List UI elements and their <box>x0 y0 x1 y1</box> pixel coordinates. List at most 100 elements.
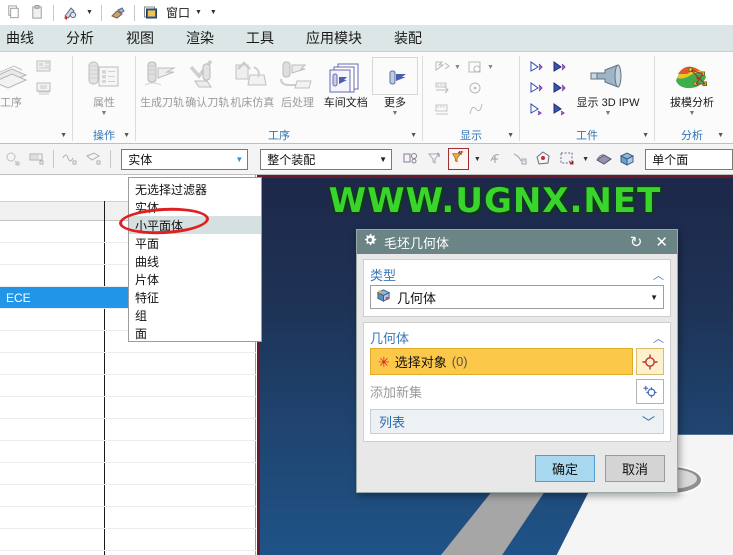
ribbon-group-operations-expand[interactable]: ▼ <box>410 132 417 139</box>
select-curve-rule-icon[interactable] <box>60 148 81 170</box>
cancel-button[interactable]: 取消 <box>605 454 665 482</box>
selection-rect-caret[interactable]: ▼ <box>580 156 591 163</box>
display-toolpath-caret[interactable]: ▼ <box>454 64 461 71</box>
selection-rect-icon[interactable] <box>557 148 578 170</box>
table-row[interactable] <box>0 397 256 419</box>
workpiece-6-button[interactable] <box>549 99 571 119</box>
chevron-down-icon[interactable]: ﹀ <box>642 412 655 431</box>
table-row[interactable] <box>0 485 256 507</box>
workpiece-3-button[interactable] <box>526 99 548 119</box>
table-row[interactable] <box>0 507 256 529</box>
select-face-rule-icon[interactable] <box>84 148 105 170</box>
copy-icon[interactable] <box>2 2 24 23</box>
ok-button[interactable]: 确定 <box>535 454 595 482</box>
verify-toolpath-button[interactable]: 确认刀轨 <box>185 55 229 109</box>
ribbon-group-analysis-expand[interactable]: ▼ <box>717 132 724 139</box>
shaded-render-icon[interactable] <box>594 148 615 170</box>
table-row[interactable] <box>0 441 256 463</box>
display-region-caret[interactable]: ▼ <box>487 64 494 71</box>
ribbon-group-workpiece-expand[interactable]: ▼ <box>642 132 649 139</box>
table-row[interactable] <box>0 529 256 551</box>
type-combo[interactable]: 几何体 ▼ <box>370 285 664 309</box>
display-cut-area-button[interactable] <box>431 78 463 98</box>
post-process-button[interactable]: 后处理 <box>275 55 319 109</box>
chevron-down-icon[interactable]: ▼ <box>235 155 243 164</box>
display-toolpath-button[interactable]: ▼ <box>431 57 463 77</box>
dropdown-item-facet-body[interactable]: 小平面体 <box>129 216 261 234</box>
workpiece-4-button[interactable] <box>549 57 571 77</box>
show-3d-ipw-button[interactable]: 显示 3D IPW ▼ <box>572 55 644 118</box>
add-set-icon[interactable] <box>636 379 664 404</box>
snap-assembly-icon[interactable] <box>401 148 422 170</box>
menu-item-curve[interactable]: 曲线 <box>0 25 50 51</box>
menu-item-applications[interactable]: 应用模块 <box>290 25 378 51</box>
dropdown-item-solid[interactable]: 实体 <box>129 198 261 216</box>
generate-toolpath-button[interactable]: 生成刀轨 <box>140 55 184 109</box>
draft-analysis-caret[interactable]: ▼ <box>689 110 696 118</box>
reset-icon[interactable]: ↻ <box>627 235 646 250</box>
face-rule-combo[interactable]: 单个面 <box>645 148 733 170</box>
properties-button[interactable]: 属性 ▼ <box>77 55 131 118</box>
dropdown-item-sheet-body[interactable]: 片体 <box>129 270 261 288</box>
select-measure-icon[interactable] <box>27 148 48 170</box>
type-section-header[interactable]: 类型 ︿ <box>370 264 664 285</box>
menu-item-assembly[interactable]: 装配 <box>378 25 438 51</box>
dropdown-item-group[interactable]: 组 <box>129 306 261 324</box>
format-painter-icon[interactable] <box>59 2 81 23</box>
display-curve-button[interactable] <box>464 99 496 119</box>
dropdown-item-curve[interactable]: 曲线 <box>129 252 261 270</box>
more-operations-button[interactable]: 更多 ▼ <box>372 55 418 118</box>
display-region-button[interactable]: ▼ <box>464 57 496 77</box>
window-menu-label[interactable]: 窗口 <box>164 4 190 21</box>
close-icon[interactable]: ✕ <box>652 235 671 250</box>
snap-point-dropdown-caret[interactable]: ▼ <box>472 156 483 163</box>
menu-item-analysis[interactable]: 分析 <box>50 25 110 51</box>
list-expander[interactable]: 列表 ﹀ <box>370 409 664 434</box>
chevron-up-icon[interactable]: ︿ <box>653 330 664 346</box>
dropdown-item-face[interactable]: 面 <box>129 324 261 342</box>
chevron-down-icon[interactable]: ▼ <box>650 293 658 302</box>
properties-dropdown-caret[interactable]: ▼ <box>101 110 108 118</box>
table-row[interactable] <box>0 353 256 375</box>
geometry-section-header[interactable]: 几何体 ︿ <box>370 327 664 348</box>
solid-body-icon[interactable] <box>618 148 639 170</box>
workpiece-1-button[interactable] <box>526 57 548 77</box>
eraser-icon[interactable] <box>107 2 129 23</box>
display-trim-button[interactable] <box>431 99 463 119</box>
paste-icon[interactable] <box>26 2 48 23</box>
select-target-icon[interactable] <box>636 348 664 375</box>
table-row[interactable] <box>0 375 256 397</box>
dropdown-item-feature[interactable]: 特征 <box>129 288 261 306</box>
qat-overflow-caret[interactable]: ▼ <box>207 9 220 16</box>
machine-tool-view-button[interactable] <box>33 78 55 98</box>
table-row[interactable] <box>0 463 256 485</box>
window-icon[interactable] <box>140 2 162 23</box>
create-operation-button[interactable]: 工序 <box>0 55 32 109</box>
chevron-down-icon[interactable]: ▼ <box>379 155 387 164</box>
display-point-button[interactable] <box>464 78 496 98</box>
workpiece-5-button[interactable] <box>549 78 571 98</box>
selection-filter-dropdown-list[interactable]: 无选择过滤器 实体 小平面体 平面 曲线 片体 特征 组 面 <box>128 177 262 342</box>
selection-filter-combo[interactable]: 实体 ▼ <box>121 148 249 170</box>
window-dropdown-caret[interactable]: ▼ <box>192 9 205 16</box>
snap-intersection-icon[interactable] <box>509 148 530 170</box>
menu-item-render[interactable]: 渲染 <box>170 25 230 51</box>
select-object-field[interactable]: ✳ 选择对象 (0) <box>370 348 633 375</box>
ribbon-group-operation-expand[interactable]: ▼ <box>123 132 130 139</box>
dropdown-item-plane[interactable]: 平面 <box>129 234 261 252</box>
menu-item-view[interactable]: 视图 <box>110 25 170 51</box>
snap-filter-icon[interactable] <box>425 148 446 170</box>
table-row[interactable] <box>0 419 256 441</box>
snap-center-icon[interactable] <box>533 148 554 170</box>
selection-scope-combo[interactable]: 整个装配 ▼ <box>260 148 392 170</box>
ribbon-group-display-expand[interactable]: ▼ <box>507 132 514 139</box>
menu-item-tools[interactable]: 工具 <box>230 25 290 51</box>
machine-simulation-button[interactable]: 机床仿真 <box>230 55 274 109</box>
dropdown-item-no-filter[interactable]: 无选择过滤器 <box>129 180 261 198</box>
draft-analysis-button[interactable]: 拔模分析 ▼ <box>660 55 724 118</box>
workpiece-2-button[interactable] <box>526 78 548 98</box>
show-3d-ipw-caret[interactable]: ▼ <box>605 110 612 118</box>
ribbon-group-create-expand[interactable]: ▼ <box>60 132 67 139</box>
shop-documentation-button[interactable]: 车间文档 <box>321 55 371 109</box>
more-operations-caret[interactable]: ▼ <box>392 110 399 118</box>
